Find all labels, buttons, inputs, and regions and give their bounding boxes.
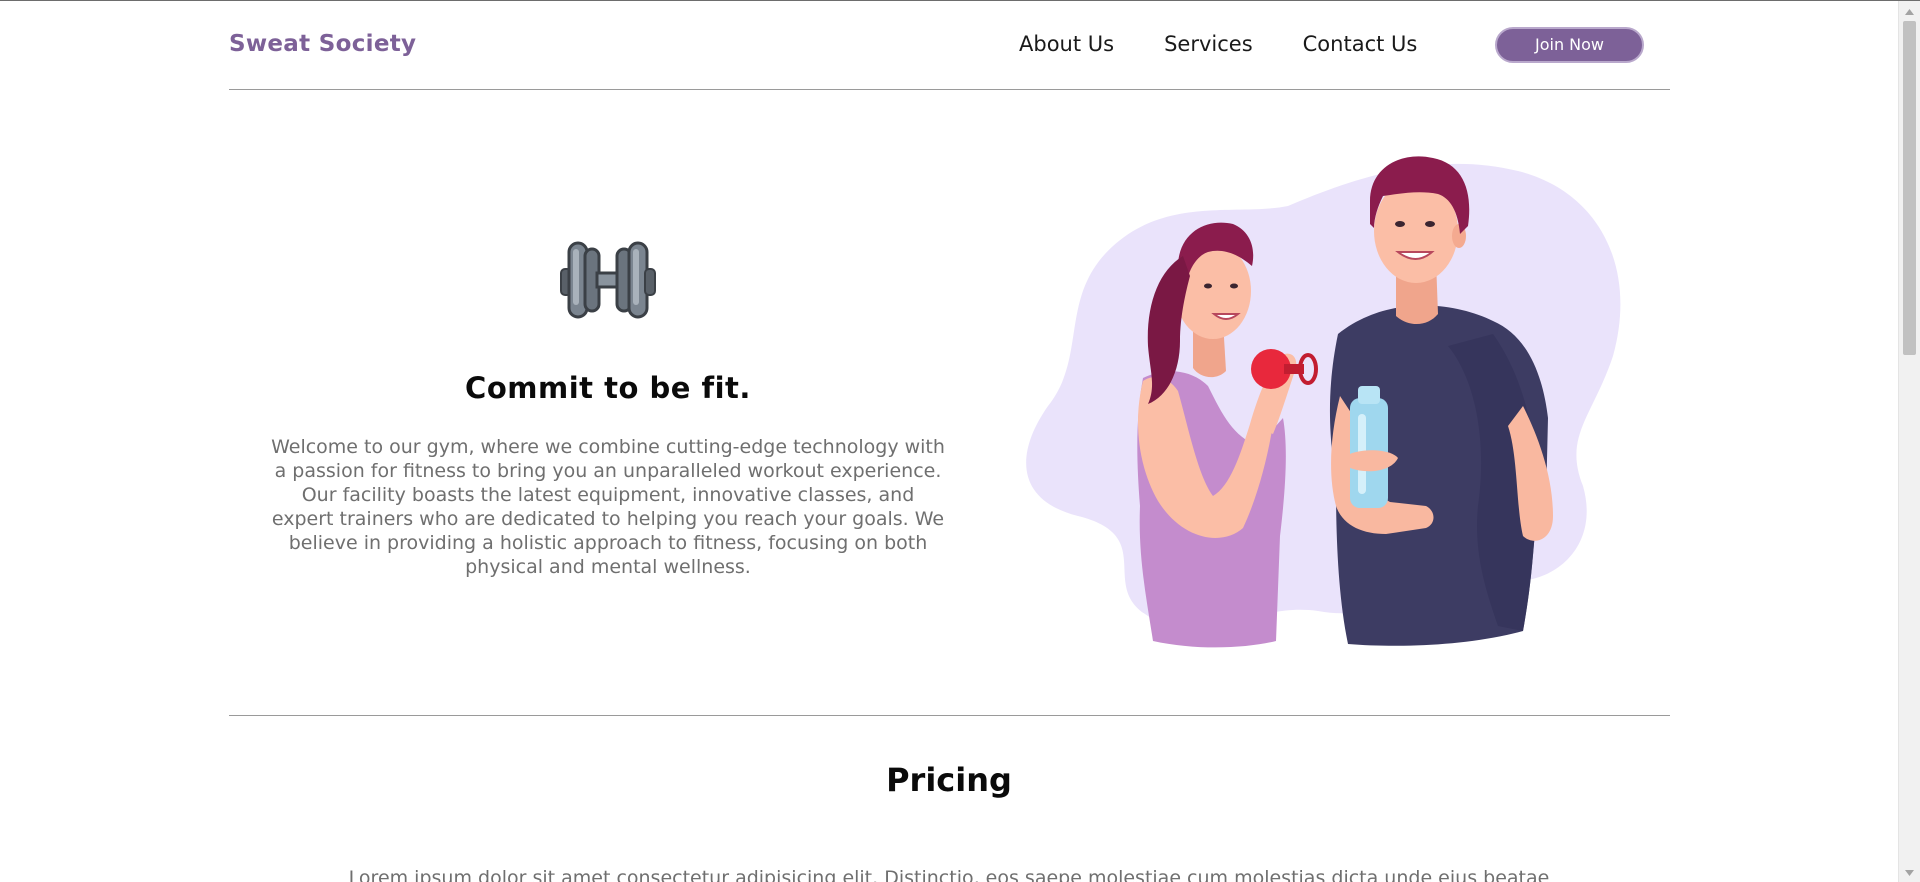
woman-eye-right bbox=[1230, 283, 1238, 289]
pricing-description: Lorem ipsum dolor sit amet consectetur a… bbox=[348, 867, 1550, 882]
man-eye-right bbox=[1425, 221, 1435, 227]
nav-link-services[interactable]: Services bbox=[1164, 32, 1253, 56]
nav-link-contact-us[interactable]: Contact Us bbox=[1303, 32, 1418, 56]
woman-eye-left bbox=[1204, 283, 1212, 289]
hero-title: Commit to be fit. bbox=[465, 371, 751, 405]
scrollbar-thumb[interactable] bbox=[1903, 21, 1916, 355]
scroll-down-arrow-icon[interactable] bbox=[1899, 864, 1920, 881]
nav-links: About Us Services Contact Us bbox=[1019, 32, 1417, 56]
water-bottle-cap bbox=[1358, 386, 1380, 404]
couple-fitness-illustration bbox=[1026, 156, 1621, 648]
navbar: Sweat Society About Us Services Contact … bbox=[229, 1, 1670, 90]
section-divider bbox=[229, 715, 1670, 716]
brand-logo[interactable]: Sweat Society bbox=[229, 31, 416, 57]
pricing-title: Pricing bbox=[886, 761, 1012, 799]
page: Sweat Society About Us Services Contact … bbox=[0, 0, 1920, 882]
nav-link-about-us[interactable]: About Us bbox=[1019, 32, 1114, 56]
vertical-scrollbar[interactable] bbox=[1898, 1, 1920, 882]
hero-section: Commit to be fit. Welcome to our gym, wh… bbox=[270, 239, 946, 579]
join-now-button[interactable]: Join Now bbox=[1495, 27, 1644, 63]
dumbbell-icon bbox=[560, 241, 656, 319]
hero-description: Welcome to our gym, where we combine cut… bbox=[271, 436, 945, 578]
man-eye-left bbox=[1395, 221, 1405, 227]
scroll-up-arrow-icon[interactable] bbox=[1899, 3, 1920, 20]
